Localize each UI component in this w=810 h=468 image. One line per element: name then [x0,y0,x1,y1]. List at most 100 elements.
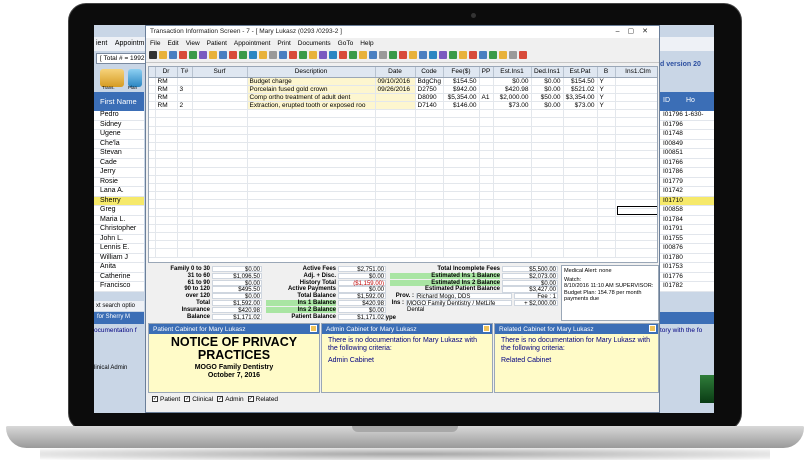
table-cell[interactable] [443,199,480,209]
toolbar-button-icon[interactable] [469,51,477,59]
table-cell[interactable] [531,248,564,258]
table-cell[interactable] [177,240,193,250]
table-cell[interactable] [375,134,416,144]
patient-name-item[interactable]: Francisco [94,282,144,292]
patient-name-item[interactable]: Anita [94,263,144,273]
table-cell[interactable] [177,199,193,209]
table-cell[interactable] [563,224,598,234]
table-cell[interactable] [479,248,494,258]
table-cell[interactable] [615,150,657,160]
table-cell[interactable] [192,117,248,127]
table-cell[interactable] [375,167,416,176]
table-cell[interactable] [247,240,376,250]
table-cell[interactable] [177,109,193,119]
table-cell[interactable] [597,134,616,144]
toolbar-button-icon[interactable] [259,51,267,59]
table-cell[interactable]: 09/26/2016 [375,85,416,94]
table-row[interactable]: RM 2 Extraction, erupted tooth or exposed … [149,101,657,111]
table-cell[interactable] [192,183,248,193]
table-cell[interactable] [597,142,616,152]
table-cell[interactable] [443,224,480,234]
table-cell[interactable] [375,117,416,127]
table-cell[interactable] [479,175,494,184]
table-cell[interactable] [177,117,193,127]
table-cell[interactable] [177,134,193,144]
table-cell[interactable] [493,216,532,225]
table-cell[interactable] [615,126,657,135]
table-cell[interactable] [531,216,564,225]
table-cell[interactable] [563,142,598,152]
table-cell[interactable] [375,224,416,234]
table-cell[interactable] [563,199,598,209]
toolbar-button-icon[interactable] [499,51,507,59]
selected-cell[interactable] [617,206,657,215]
table-cell[interactable] [177,150,193,160]
table-cell[interactable] [479,109,494,119]
table-cell[interactable] [531,142,564,152]
table-cell[interactable]: $2,000.00 [493,93,532,103]
table-cell[interactable]: $942.00 [443,85,480,94]
table-cell[interactable] [192,158,248,168]
table-cell[interactable] [563,167,598,176]
table-cell[interactable] [375,150,416,160]
toolbar-button-icon[interactable] [329,51,337,59]
table-cell[interactable] [615,183,657,193]
toolbar-button-icon[interactable] [149,51,157,59]
table-cell[interactable] [415,224,444,234]
table-cell[interactable] [563,158,598,168]
table-cell[interactable] [415,232,444,242]
toolbar-button-icon[interactable] [349,51,357,59]
toolbar-button-icon[interactable] [249,51,257,59]
menu-edit[interactable]: Edit [167,40,178,47]
table-cell[interactable] [247,216,376,225]
table-cell[interactable] [155,158,178,168]
table-cell[interactable] [443,126,480,135]
table-cell[interactable] [597,208,616,217]
table-cell[interactable] [375,232,416,242]
table-cell[interactable] [615,248,657,258]
table-cell[interactable] [415,109,444,119]
table-cell[interactable] [493,150,532,160]
table-cell[interactable]: $50.00 [531,93,564,103]
patient-name-item[interactable]: Rosie [94,177,144,187]
menu-print[interactable]: Print [277,40,290,47]
patient-name-item[interactable]: Maria L. [94,215,144,225]
toolbar-button-icon[interactable] [319,51,327,59]
table-cell[interactable] [493,199,532,209]
toolbar-button-icon[interactable] [219,51,227,59]
table-cell[interactable] [531,240,564,250]
table-cell[interactable] [415,199,444,209]
table-cell[interactable] [375,101,416,111]
table-cell[interactable] [192,150,248,160]
column-header[interactable]: Fee($) [443,67,480,78]
patient-name-item[interactable]: Cade [94,158,144,168]
id-column-header[interactable]: ID [663,97,670,104]
table-cell[interactable]: $73.00 [563,101,598,111]
table-cell[interactable] [597,191,616,201]
table-row[interactable] [149,158,657,168]
table-cell[interactable] [177,142,193,152]
table-cell[interactable] [493,248,532,258]
table-cell[interactable] [597,117,616,127]
patient-name-item[interactable]: Lana A. [94,187,144,197]
patient-name-item[interactable]: Sidney [94,120,144,130]
table-cell[interactable] [177,126,193,135]
patient-name-item[interactable]: Greg [94,206,144,216]
toolbar-button-icon[interactable] [439,51,447,59]
table-cell[interactable] [415,208,444,217]
patient-id-item[interactable]: I01791 [660,225,714,235]
patient-id-item[interactable]: I01784 [660,215,714,225]
table-cell[interactable]: RM [155,85,178,94]
table-cell[interactable] [493,109,532,119]
patient-id-item[interactable]: I01755 [660,234,714,244]
table-cell[interactable] [192,232,248,242]
table-cell[interactable]: RM [155,93,178,103]
table-cell[interactable] [531,150,564,160]
patient-name-item[interactable]: Jerry [94,168,144,178]
table-cell[interactable] [155,216,178,225]
table-cell[interactable] [192,167,248,176]
patient-name-item[interactable]: John L. [94,234,144,244]
menu-file[interactable]: File [150,40,160,47]
table-cell[interactable] [493,126,532,135]
table-cell[interactable] [155,191,178,201]
